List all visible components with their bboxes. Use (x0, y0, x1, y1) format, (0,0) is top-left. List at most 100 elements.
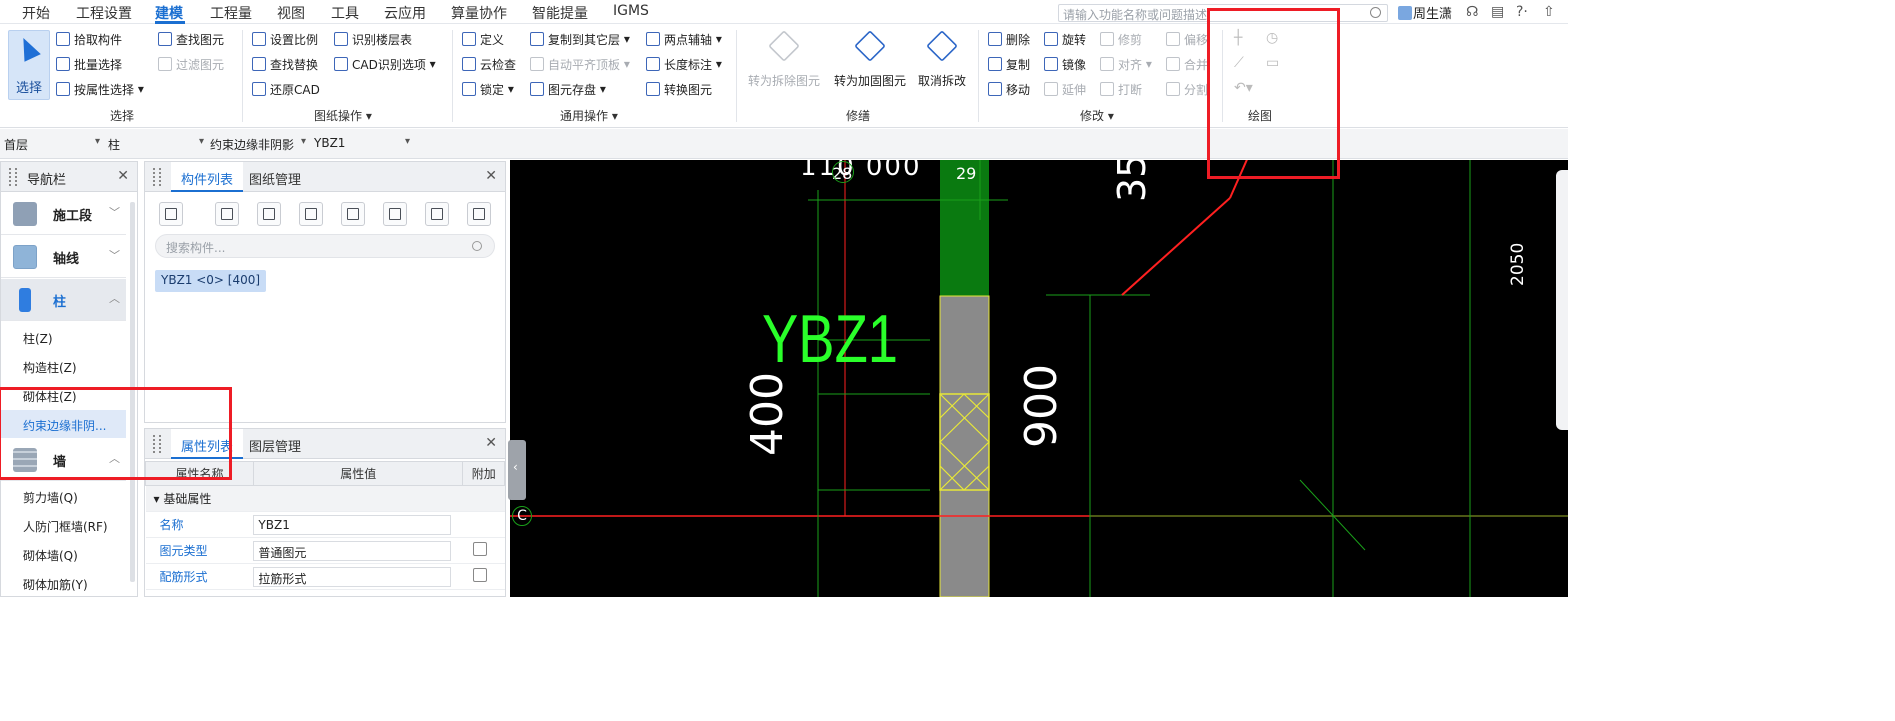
two-point-axis-button[interactable]: 两点辅轴 ▾ (646, 28, 722, 50)
export-icon[interactable] (383, 202, 407, 226)
select-by-property-button[interactable]: 按属性选择 ▾ (56, 78, 144, 100)
menu-smart[interactable]: 智能提量 (532, 3, 588, 23)
category-select[interactable]: 柱 (104, 133, 204, 155)
component-select[interactable]: YBZ1 (310, 133, 410, 155)
nav-item-civil-defense-wall[interactable]: 人防门框墙(RF) (1, 511, 126, 539)
offset-button[interactable]: 偏移 (1166, 28, 1208, 50)
restore-icon (252, 82, 266, 96)
find-element-button[interactable]: 查找图元 (158, 28, 224, 50)
convert-element-button[interactable]: 转换图元 (646, 78, 712, 100)
trim-button[interactable]: 修剪 (1100, 28, 1142, 50)
nav-item-masonry-rebar[interactable]: 砌体加筋(Y) (1, 569, 126, 597)
set-scale-button[interactable]: 设置比例 (252, 28, 318, 50)
group-divider (736, 30, 737, 122)
menu-igms[interactable]: IGMS (613, 3, 649, 19)
find-replace-button[interactable]: 查找替换 (252, 53, 318, 75)
window-icon[interactable]: ▤ (1491, 4, 1504, 20)
mirror-button[interactable]: 镜像 (1044, 53, 1086, 75)
delete-button[interactable]: 删除 (988, 28, 1030, 50)
extend-label: 延伸 (1062, 82, 1087, 97)
grip-icon[interactable] (9, 168, 17, 186)
menu-collab[interactable]: 算量协作 (451, 3, 507, 23)
copy-floor-icon (530, 32, 544, 46)
property-value-input[interactable]: 拉筋形式 (253, 566, 452, 587)
avatar (1398, 6, 1412, 20)
align-button[interactable]: 对齐 ▾ (1100, 53, 1152, 75)
duplicate-icon[interactable] (299, 202, 323, 226)
move-button[interactable]: 移动 (988, 78, 1030, 100)
copy-button[interactable]: 复制 (988, 53, 1030, 75)
menu-modeling[interactable]: 建模 (155, 3, 183, 23)
batch-select-button[interactable]: 批量选择 (56, 53, 122, 75)
dimension-2050: 2050 (1508, 242, 1528, 286)
auto-align-slab-button[interactable]: 自动平齐顶板 ▾ (530, 53, 630, 75)
new-component-icon[interactable] (159, 202, 183, 226)
close-icon[interactable]: ✕ (485, 435, 497, 451)
find-icon (158, 32, 172, 46)
type-select[interactable]: 约束边缘非阴影 (206, 133, 306, 155)
component-item-ybz1[interactable]: YBZ1 <0> [400] (155, 270, 267, 292)
copy-to-floor-button[interactable]: 复制到其它层 ▾ (530, 28, 630, 50)
menu-cloud[interactable]: 云应用 (384, 3, 426, 23)
dimension-350: 350 (1110, 160, 1154, 202)
menu-view[interactable]: 视图 (277, 3, 305, 23)
nav-item-column[interactable]: 柱(Z) (1, 323, 126, 351)
nav-item-constructional-column[interactable]: 构造柱(Z) (1, 352, 126, 380)
to-reinforce-button[interactable]: 转为加固图元 (830, 30, 910, 96)
break-button[interactable]: 打断 (1100, 78, 1142, 100)
restore-cad-button[interactable]: 还原CAD (252, 78, 320, 100)
side-toolbar[interactable] (1556, 170, 1568, 430)
cloud-check-button[interactable]: 云检查 (462, 53, 516, 75)
nav-category-axis[interactable]: 轴线 ﹀ (1, 236, 126, 278)
floor-select[interactable]: 首层 (0, 133, 100, 155)
component-search-input[interactable]: 搜索构件... (155, 234, 495, 258)
property-value-input[interactable]: 普通图元 (253, 540, 452, 561)
share-icon[interactable]: ⇧ (1543, 4, 1555, 20)
tab-drawing-management[interactable]: 图纸管理 (249, 162, 301, 192)
to-demolish-button[interactable]: 转为拆除图元 (744, 30, 824, 96)
panel-collapse-handle[interactable]: ‹ (508, 440, 526, 500)
menu-project-settings[interactable]: 工程设置 (76, 3, 132, 23)
property-value-input[interactable]: YBZ1 (253, 514, 452, 535)
list-icon[interactable] (425, 202, 449, 226)
lock-button[interactable]: 锁定 ▾ (462, 78, 514, 100)
nav-item-masonry-wall[interactable]: 砌体墙(Q) (1, 540, 126, 568)
cad-drawing-canvas[interactable]: 110 000 28 29 YBZ1 400 900 350 2050 C (510, 160, 1568, 597)
close-icon[interactable]: ✕ (485, 168, 497, 184)
cancel-change-button[interactable]: 取消拆改 (902, 30, 982, 96)
pick-component-button[interactable]: 拾取构件 (56, 28, 122, 50)
user-account[interactable]: 周生潇 (1398, 3, 1452, 22)
navigation-panel: 导航栏 ✕ 施工段 ﹀ 轴线 ﹀ 柱 ︿ 柱(Z) 构造柱(Z) 砌体柱(Z) … (0, 161, 138, 597)
nav-category-column[interactable]: 柱 ︿ (1, 279, 126, 321)
merge-button[interactable]: 合并 (1166, 53, 1208, 75)
split-button[interactable]: 分割 (1166, 78, 1208, 100)
extra-checkbox[interactable] (472, 542, 487, 556)
close-icon[interactable]: ✕ (117, 168, 129, 184)
detail-icon[interactable] (467, 202, 491, 226)
menu-tools[interactable]: 工具 (331, 3, 359, 23)
grip-icon[interactable] (153, 168, 161, 186)
rotate-button[interactable]: 旋转 (1044, 28, 1086, 50)
nav-category-stage[interactable]: 施工段 ﹀ (1, 193, 126, 235)
extra-checkbox[interactable] (472, 568, 487, 582)
save-layer-icon[interactable] (341, 202, 365, 226)
menu-quantity[interactable]: 工程量 (210, 3, 252, 23)
property-group-row[interactable]: ▾ 基础属性 (145, 485, 505, 512)
extend-button[interactable]: 延伸 (1044, 78, 1086, 100)
filter-element-button[interactable]: 过滤图元 (158, 53, 224, 75)
copy-component-icon[interactable] (215, 202, 239, 226)
tab-layer-management[interactable]: 图层管理 (249, 429, 301, 459)
length-dimension-button[interactable]: 长度标注 ▾ (646, 53, 722, 75)
tab-component-list[interactable]: 构件列表 (171, 162, 244, 192)
select-tool-button[interactable]: 选择 (8, 30, 50, 100)
define-button[interactable]: 定义 (462, 28, 504, 50)
headset-icon[interactable]: ☊ (1466, 4, 1478, 20)
help-icon[interactable]: ?· (1516, 4, 1528, 20)
menu-start[interactable]: 开始 (22, 3, 50, 23)
identify-floor-table-button[interactable]: 识别楼层表 (334, 28, 412, 50)
delete-component-icon[interactable] (257, 202, 281, 226)
group-label-repair: 修缮 (846, 109, 871, 123)
cad-options-button[interactable]: CAD识别选项 ▾ (334, 53, 436, 75)
nav-item-shear-wall[interactable]: 剪力墙(Q) (1, 482, 126, 510)
save-element-button[interactable]: 图元存盘 ▾ (530, 78, 606, 100)
